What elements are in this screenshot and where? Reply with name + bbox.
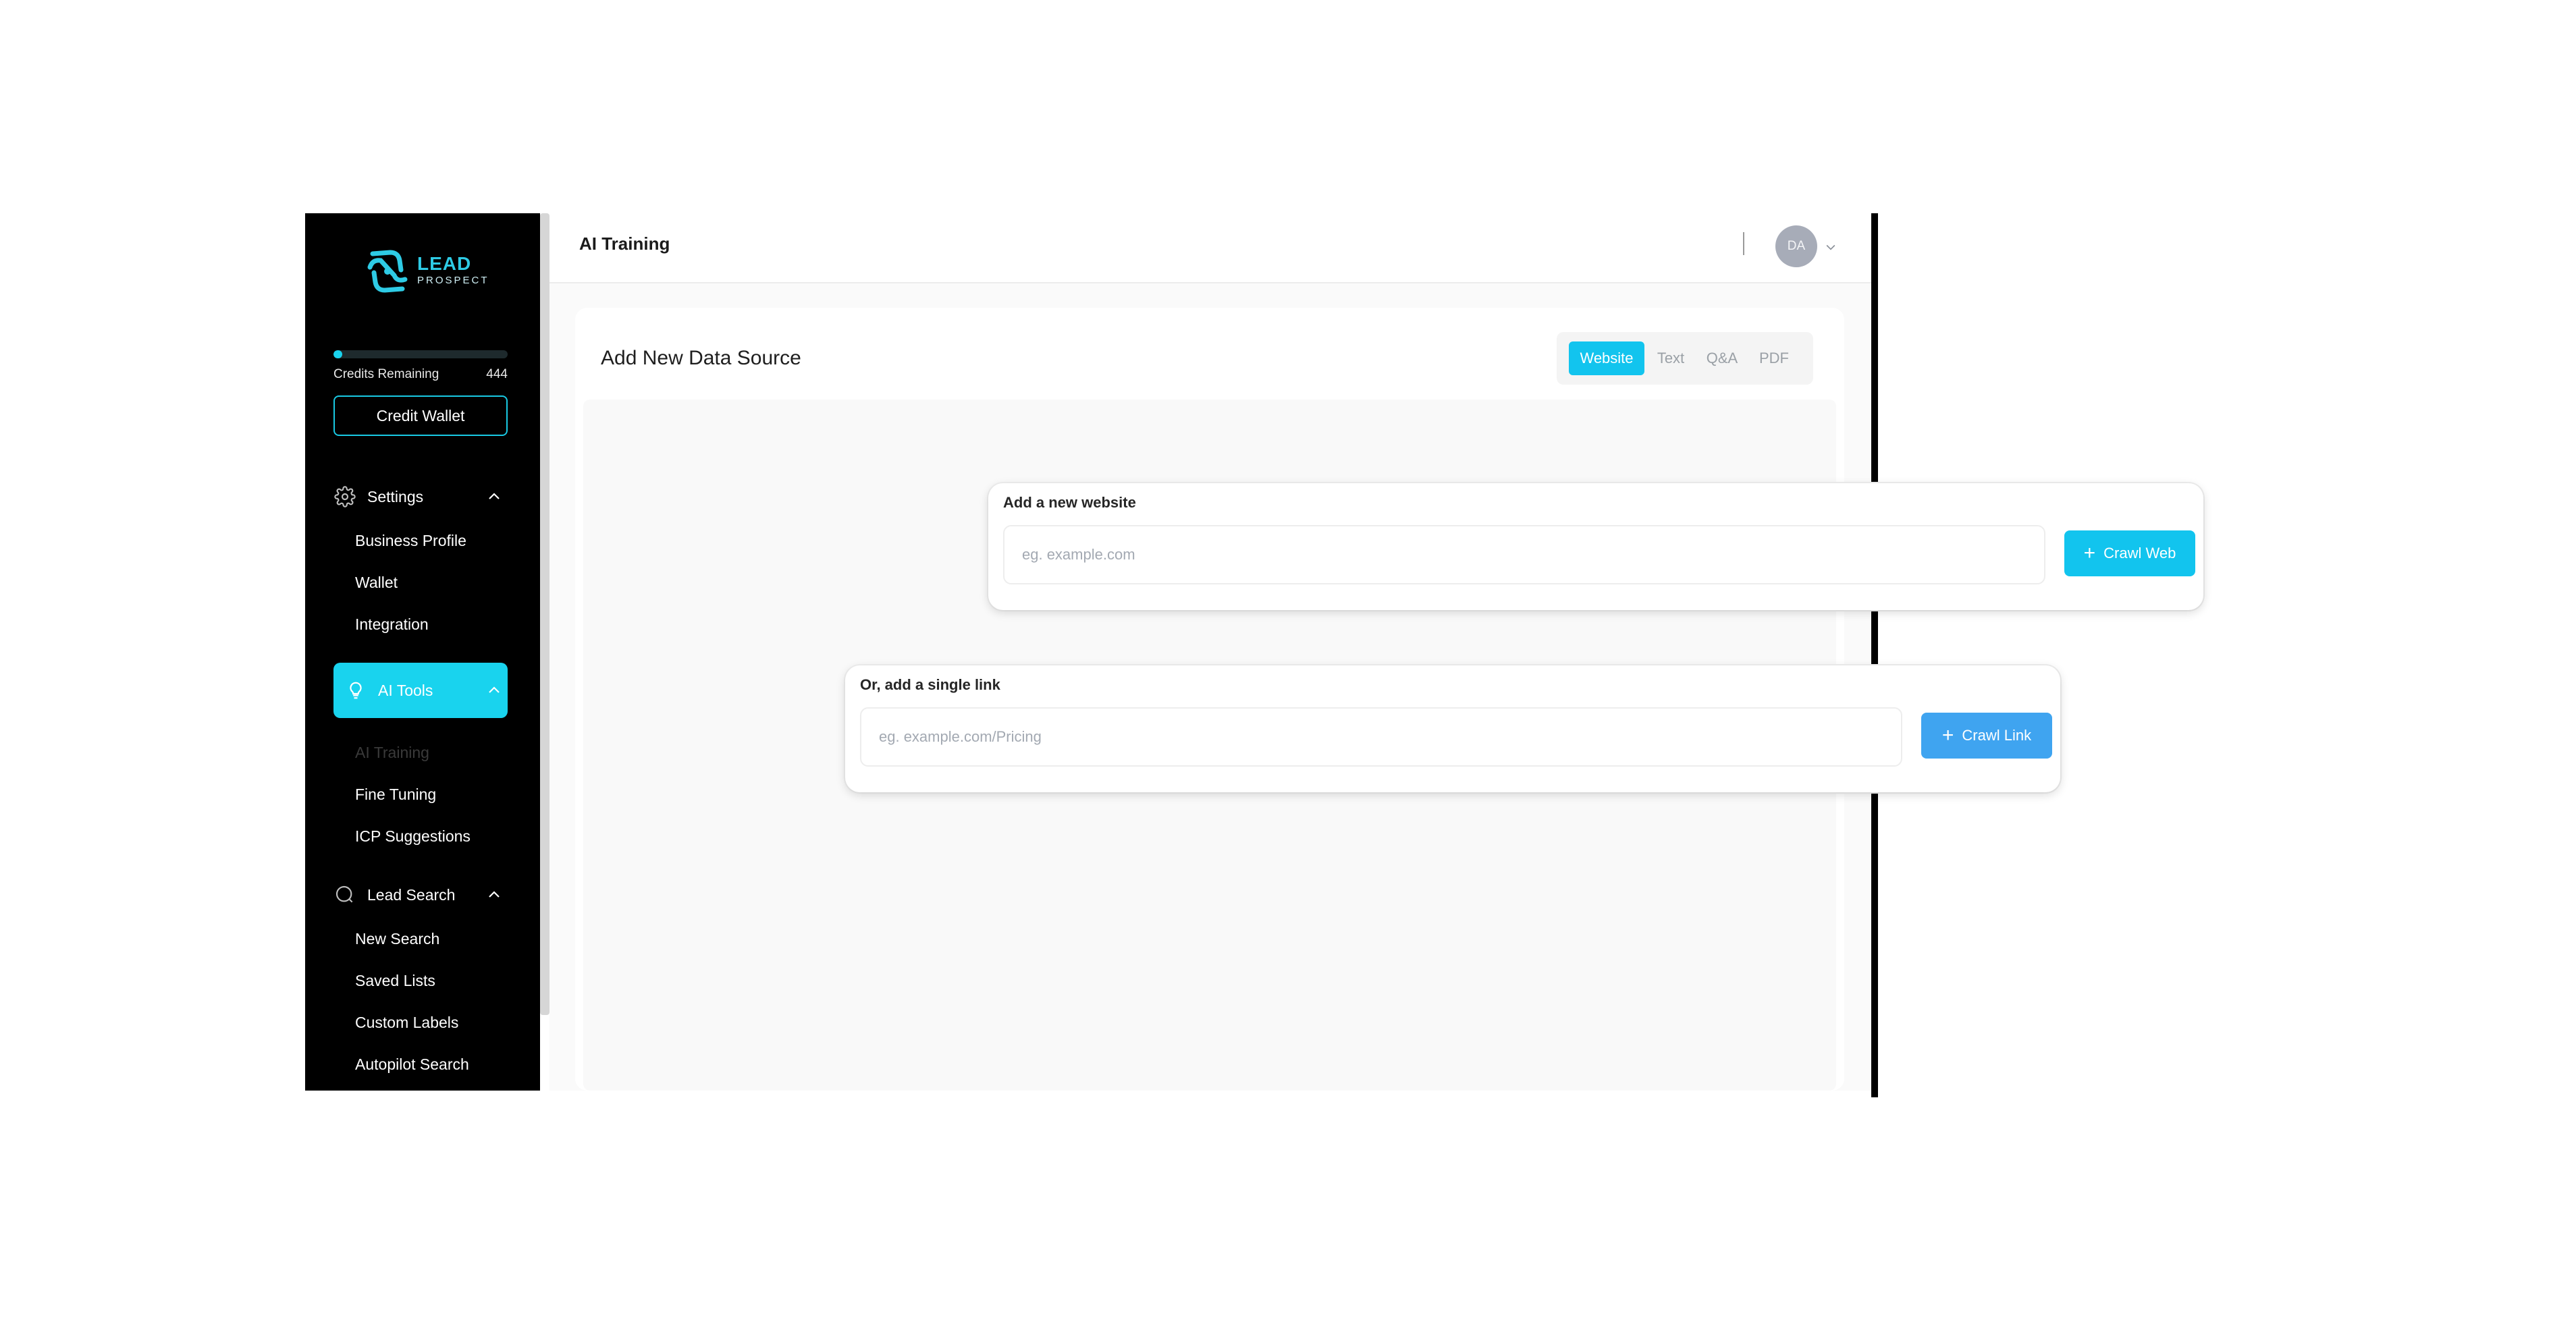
header-divider bbox=[1743, 232, 1744, 255]
chevron-up-icon[interactable] bbox=[486, 682, 502, 698]
brand-tagline: PROSPECT bbox=[417, 275, 489, 286]
sidebar-item-wallet[interactable]: Wallet bbox=[355, 574, 398, 592]
plus-icon: + bbox=[1941, 724, 1954, 746]
crawl-link-button[interactable]: + Crawl Link bbox=[1921, 713, 2052, 759]
single-link-input[interactable] bbox=[860, 707, 1902, 767]
sidebar-item-ai-training[interactable]: AI Training bbox=[355, 744, 429, 762]
lightbulb-icon bbox=[344, 679, 367, 702]
credits-label: Credits Remaining bbox=[333, 367, 439, 381]
brand-logo[interactable]: LEAD PROSPECT bbox=[363, 247, 487, 296]
sidebar-item-integration[interactable]: Integration bbox=[355, 615, 429, 634]
sidebar-section-label: AI Tools bbox=[378, 681, 433, 699]
brand-name: LEAD bbox=[417, 253, 472, 274]
link-input-label: Or, add a single link bbox=[860, 676, 1000, 693]
chevron-up-icon[interactable] bbox=[486, 489, 502, 505]
tab-qa[interactable]: Q&A bbox=[1696, 341, 1748, 375]
sidebar-section-lead-search[interactable]: Lead Search bbox=[333, 880, 508, 910]
tab-text[interactable]: Text bbox=[1647, 341, 1694, 375]
window-right-edge bbox=[1871, 213, 1878, 1097]
sidebar-item-new-search[interactable]: New Search bbox=[355, 930, 439, 948]
sidebar-item-autopilot-search[interactable]: Autopilot Search bbox=[355, 1055, 469, 1074]
app-window: LEAD PROSPECT Credits Remaining 444 Cred… bbox=[0, 0, 2576, 1318]
sidebar-section-label: Lead Search bbox=[367, 885, 456, 904]
chevron-down-icon[interactable] bbox=[1824, 240, 1837, 254]
website-input-panel: Add a new website + Crawl Web bbox=[988, 483, 2203, 610]
sidebar-section-label: Settings bbox=[367, 487, 424, 505]
crawl-web-button[interactable]: + Crawl Web bbox=[2064, 530, 2195, 576]
avatar[interactable]: DA bbox=[1775, 225, 1817, 267]
sidebar-item-saved-lists[interactable]: Saved Lists bbox=[355, 972, 435, 990]
website-input-label: Add a new website bbox=[1003, 494, 1136, 511]
sidebar-scrollbar[interactable] bbox=[540, 213, 549, 1015]
source-type-tabs: Website Text Q&A PDF bbox=[1557, 332, 1813, 385]
tab-pdf[interactable]: PDF bbox=[1750, 341, 1798, 375]
main-content: AI Training DA Add New Data Source Websi… bbox=[549, 213, 1871, 1091]
logo-mark-icon bbox=[367, 250, 408, 293]
plus-icon: + bbox=[2083, 542, 2096, 564]
chevron-up-icon[interactable] bbox=[486, 887, 502, 903]
sidebar-item-business-profile[interactable]: Business Profile bbox=[355, 532, 466, 550]
credit-wallet-button[interactable]: Credit Wallet bbox=[333, 395, 508, 436]
sidebar-item-icp-suggestions[interactable]: ICP Suggestions bbox=[355, 827, 471, 846]
card-title: Add New Data Source bbox=[601, 347, 801, 369]
link-input-panel: Or, add a single link + Crawl Link bbox=[845, 665, 2060, 792]
crawl-web-label: Crawl Web bbox=[2103, 545, 2176, 561]
sidebar: LEAD PROSPECT Credits Remaining 444 Cred… bbox=[305, 213, 540, 1091]
sidebar-section-settings[interactable]: Settings bbox=[333, 482, 508, 512]
search-icon bbox=[333, 883, 356, 906]
sidebar-item-fine-tuning[interactable]: Fine Tuning bbox=[355, 786, 436, 804]
tab-website[interactable]: Website bbox=[1569, 341, 1644, 375]
crawl-link-label: Crawl Link bbox=[1962, 727, 2032, 744]
sidebar-section-ai-tools[interactable]: AI Tools bbox=[333, 663, 508, 718]
credits-progress-bar bbox=[333, 350, 508, 358]
credits-progress-fill bbox=[333, 350, 342, 358]
top-bar: AI Training DA bbox=[549, 213, 1871, 283]
credits-value: 444 bbox=[486, 367, 508, 381]
sidebar-item-custom-labels[interactable]: Custom Labels bbox=[355, 1014, 458, 1032]
website-url-input[interactable] bbox=[1003, 525, 2045, 584]
page-title: AI Training bbox=[579, 234, 670, 254]
gear-icon bbox=[333, 485, 356, 508]
